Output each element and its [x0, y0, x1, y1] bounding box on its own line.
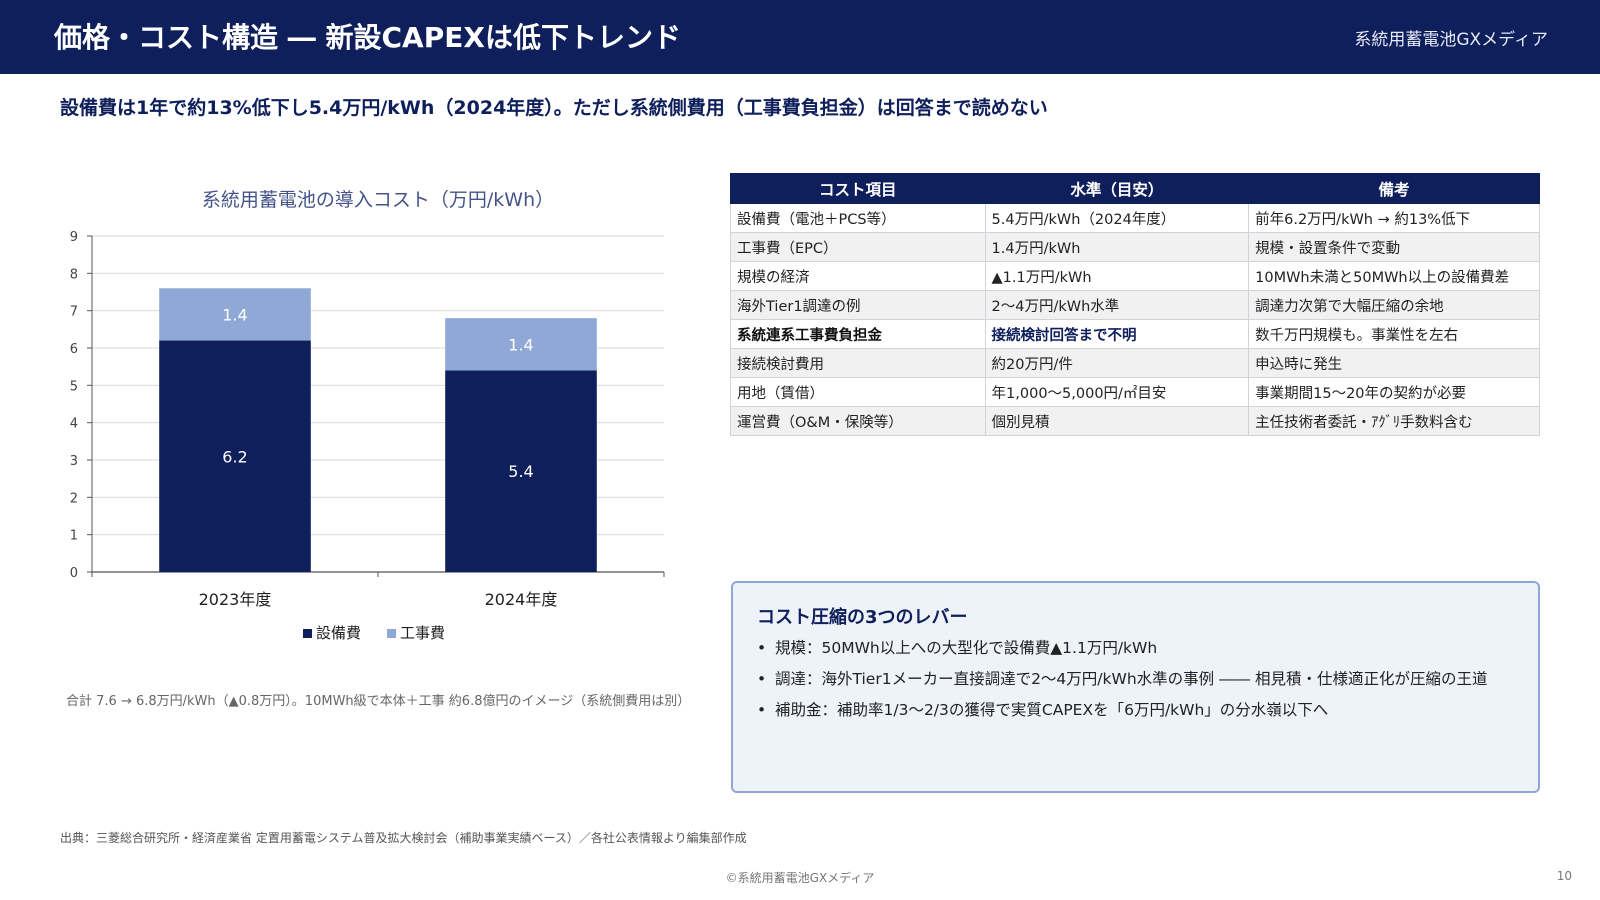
bar-data-label: 5.4 — [508, 462, 533, 481]
table-header-note: 備考 — [1248, 173, 1540, 204]
bullet-icon: • — [757, 701, 767, 719]
lever-text: 規模：50MWh以上への大型化で設備費▲1.1万円/kWh — [775, 639, 1158, 657]
table-cell-note: 規模・設置条件で変動 — [1248, 232, 1540, 262]
cost-bar-chart: 系統用蓄電池の導入コスト（万円/kWh） 0 1 2 3 4 5 6 7 8 9 6.2 1.4 2023… — [70, 189, 665, 642]
table-row: 運営費（O&M・保険等） 個別見積 主任技術者委託・ｱｸﾞﾘ手数料含む — [730, 406, 1540, 436]
table-row: 系統連系工事費負担金 接続検討回答まで不明 数千万円規模も。事業性を左右 — [730, 319, 1540, 349]
table-row: 規模の経済 ▲1.1万円/kWh 10MWh未満と50MWh以上の設備費差 — [730, 261, 1540, 291]
page-number: 10 — [1556, 869, 1572, 883]
legend-label: 設備費 — [316, 624, 361, 642]
y-tick-label: 9 — [70, 230, 78, 245]
table-cell-note: 事業期間15〜20年の契約が必要 — [1248, 377, 1540, 407]
y-tick-label: 6 — [70, 342, 78, 357]
bullet-icon: • — [757, 639, 767, 657]
lever-text: 調達：海外Tier1メーカー直接調達で2〜4万円/kWh水準の事例 ―― 相見積… — [775, 670, 1488, 688]
table-cell-level: 5.4万円/kWh（2024年度） — [984, 203, 1250, 233]
y-tick-label: 1 — [70, 529, 78, 544]
header-bar: 価格・コスト構造 ― 新設CAPEXは低下トレンド 系統用蓄電池GXメディア — [0, 0, 1600, 74]
y-tick-label: 5 — [70, 379, 78, 394]
table-cell-level: 2〜4万円/kWh水準 — [984, 290, 1250, 320]
list-item: • 補助金：補助率1/3〜2/3の獲得で実質CAPEXを「6万円/kWh」の分水… — [757, 699, 1527, 722]
y-tick-label: 3 — [70, 454, 78, 469]
legend-swatch — [387, 629, 396, 638]
table-cell-note: 調達力次第で大幅圧縮の余地 — [1248, 290, 1540, 320]
table-cell-level: 接続検討回答まで不明 — [984, 319, 1250, 349]
table-cell-note: 数千万円規模も。事業性を左右 — [1248, 319, 1540, 349]
bar-data-label: 1.4 — [508, 335, 533, 354]
y-tick-label: 4 — [70, 417, 78, 432]
table-header-item: コスト項目 — [730, 173, 986, 204]
page-title: 価格・コスト構造 ― 新設CAPEXは低下トレンド — [54, 21, 681, 54]
lever-text: 補助金：補助率1/3〜2/3の獲得で実質CAPEXを「6万円/kWh」の分水嶺以… — [775, 701, 1329, 719]
table-cell-level: ▲1.1万円/kWh — [984, 261, 1250, 291]
bar-data-label: 1.4 — [222, 305, 247, 324]
table-cell-level: 年1,000〜5,000円/㎡目安 — [984, 377, 1250, 407]
legend-label: 工事費 — [400, 624, 445, 642]
source-note: 出典：三菱総合研究所・経済産業省 定置用蓄電システム普及拡大検討会（補助事業実績… — [60, 831, 747, 845]
bar-data-label: 6.2 — [222, 447, 247, 466]
legend-swatch — [303, 629, 312, 638]
footer-copyright: ©系統用蓄電池GXメディア — [725, 871, 875, 885]
table-header-row: コスト項目 水準（目安） 備考 — [730, 173, 1540, 204]
table-row: 海外Tier1調達の例 2〜4万円/kWh水準 調達力次第で大幅圧縮の余地 — [730, 290, 1540, 320]
table-header-level: 水準（目安） — [984, 173, 1250, 204]
y-tick-label: 2 — [70, 491, 78, 506]
table-row: 用地（賃借） 年1,000〜5,000円/㎡目安 事業期間15〜20年の契約が必… — [730, 377, 1540, 407]
table-cell-item: 系統連系工事費負担金 — [730, 319, 986, 349]
table-cell-item: 接続検討費用 — [730, 348, 986, 378]
list-item: • 調達：海外Tier1メーカー直接調達で2〜4万円/kWh水準の事例 ―― 相… — [757, 668, 1527, 691]
list-item: • 規模：50MWh以上への大型化で設備費▲1.1万円/kWh — [757, 637, 1527, 660]
table-cell-note: 前年6.2万円/kWh → 約13%低下 — [1248, 203, 1540, 233]
table-cell-note: 10MWh未満と50MWh以上の設備費差 — [1248, 261, 1540, 291]
table-cell-level: 1.4万円/kWh — [984, 232, 1250, 262]
table-cell-item: 規模の経済 — [730, 261, 986, 291]
cost-levers-box: コスト圧縮の3つのレバー • 規模：50MWh以上への大型化で設備費▲1.1万円… — [731, 581, 1540, 793]
page-subtitle: 設備費は1年で約13%低下し5.4万円/kWh（2024年度）。ただし系統側費用… — [60, 97, 1048, 119]
table-cell-level: 約20万円/件 — [984, 348, 1250, 378]
table-cell-note: 申込時に発生 — [1248, 348, 1540, 378]
levers-title: コスト圧縮の3つのレバー — [757, 607, 968, 628]
table-cell-level: 個別見積 — [984, 406, 1250, 436]
table-row: 工事費（EPC） 1.4万円/kWh 規模・設置条件で変動 — [730, 232, 1540, 262]
table-cell-item: 用地（賃借） — [730, 377, 986, 407]
table-cell-note: 主任技術者委託・ｱｸﾞﾘ手数料含む — [1248, 406, 1540, 436]
table-row: 接続検討費用 約20万円/件 申込時に発生 — [730, 348, 1540, 378]
y-tick-label: 8 — [70, 267, 78, 282]
table-cell-item: 海外Tier1調達の例 — [730, 290, 986, 320]
x-tick-label: 2023年度 — [199, 590, 272, 609]
bullet-icon: • — [757, 670, 767, 688]
table-row: 設備費（電池＋PCS等） 5.4万円/kWh（2024年度） 前年6.2万円/k… — [730, 203, 1540, 233]
cost-table: コスト項目 水準（目安） 備考 設備費（電池＋PCS等） 5.4万円/kWh（2… — [730, 173, 1540, 436]
table-cell-item: 運営費（O&M・保険等） — [730, 406, 986, 436]
chart-note: 合計 7.6 → 6.8万円/kWh（▲0.8万円）。10MWh級で本体＋工事 … — [66, 694, 691, 709]
x-tick-label: 2024年度 — [485, 590, 558, 609]
levers-list: • 規模：50MWh以上への大型化で設備費▲1.1万円/kWh • 調達：海外T… — [757, 637, 1527, 730]
brand-name: 系統用蓄電池GXメディア — [1354, 30, 1548, 50]
y-tick-label: 0 — [70, 566, 78, 581]
y-tick-label: 7 — [70, 305, 78, 320]
chart-title: 系統用蓄電池の導入コスト（万円/kWh） — [202, 189, 554, 211]
table-cell-item: 工事費（EPC） — [730, 232, 986, 262]
table-cell-item: 設備費（電池＋PCS等） — [730, 203, 986, 233]
